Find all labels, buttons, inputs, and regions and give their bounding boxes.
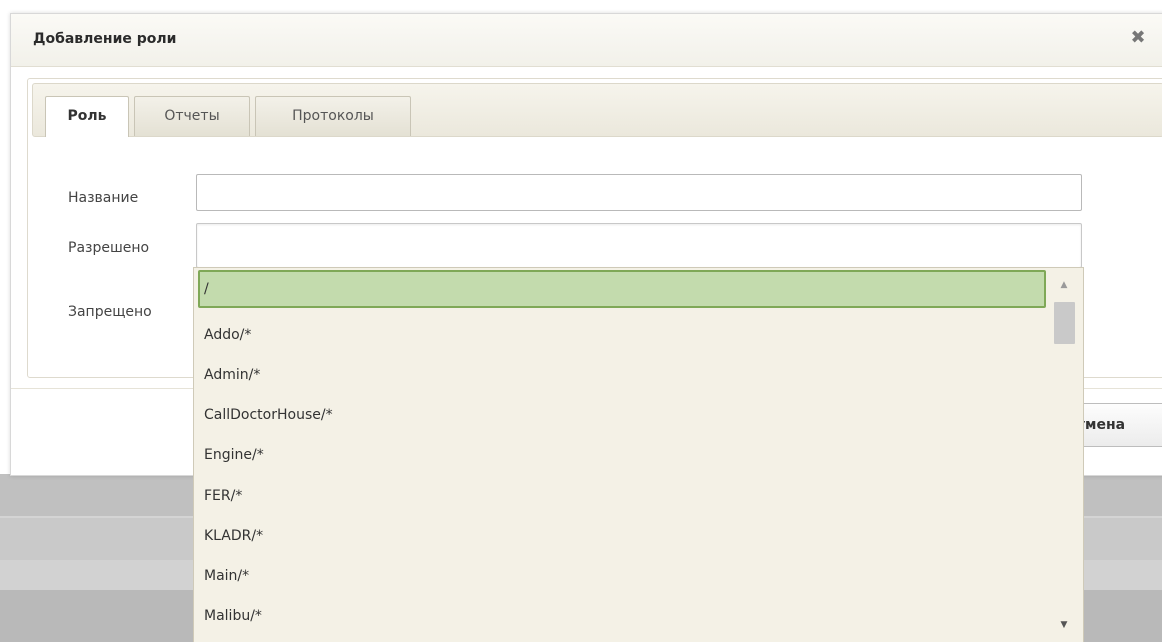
tab-bar: Роль Отчеты Протоколы (32, 83, 1162, 137)
dropdown-option[interactable]: Engine/* (198, 436, 1046, 474)
scroll-down-icon[interactable]: ▼ (1054, 618, 1074, 632)
allowed-dropdown-list[interactable]: / Addo/* Admin/* CallDoctorHouse/* Engin… (193, 267, 1084, 642)
dropdown-option[interactable]: Addo/* (198, 316, 1046, 354)
allowed-label: Разрешено (68, 240, 150, 256)
tab-protocols[interactable]: Протоколы (255, 96, 411, 136)
dropdown-option[interactable]: Admin/* (198, 356, 1046, 394)
allowed-input[interactable] (196, 223, 1082, 268)
forbidden-label: Запрещено (68, 304, 152, 320)
dialog-title: Добавление роли (33, 31, 177, 47)
dropdown-scrollbar[interactable]: ▲ ▼ (1049, 268, 1079, 642)
dropdown-option[interactable]: Main/* (198, 557, 1046, 595)
dialog-titlebar: Добавление роли ✖ (11, 14, 1162, 67)
name-label: Название (68, 190, 139, 206)
cancel-button[interactable]: Отмена (1071, 403, 1162, 447)
close-icon[interactable]: ✖ (1128, 28, 1148, 48)
name-input[interactable] (196, 174, 1082, 211)
scroll-up-icon[interactable]: ▲ (1054, 278, 1074, 292)
tab-role[interactable]: Роль (45, 96, 129, 137)
dropdown-option[interactable]: KLADR/* (198, 517, 1046, 555)
dropdown-option[interactable]: FER/* (198, 477, 1046, 515)
dropdown-option[interactable]: CallDoctorHouse/* (198, 396, 1046, 434)
tab-reports[interactable]: Отчеты (134, 96, 250, 136)
dropdown-option[interactable]: / (198, 270, 1046, 308)
scroll-thumb[interactable] (1054, 302, 1075, 344)
dropdown-option[interactable]: Malibu/* (198, 597, 1046, 635)
